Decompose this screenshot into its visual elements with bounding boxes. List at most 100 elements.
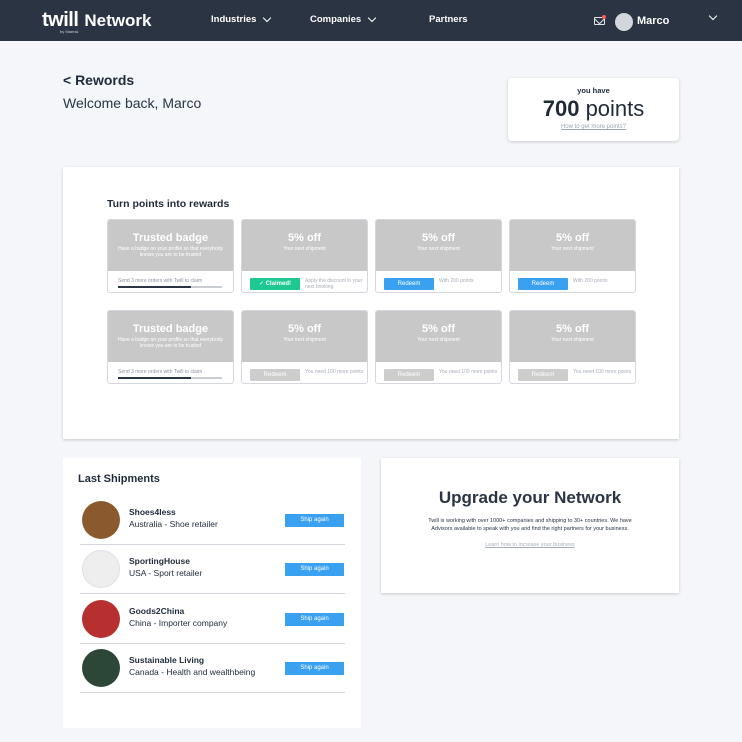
reward-subtitle: Your next shipment — [551, 246, 594, 252]
ship-again-button[interactable]: Ship again — [285, 613, 344, 626]
company-avatar — [82, 501, 120, 539]
chevron-down-icon[interactable] — [708, 11, 718, 21]
reward-card-offer: 5% off Your next shipment Redeem With 200 p… — [375, 219, 502, 293]
shipment-row: SportingHouse USA - Sport retailer Ship ag… — [80, 546, 345, 594]
reward-card-offer: 5% off Your next shipment Redeem With 200 p… — [509, 219, 636, 293]
reward-subtitle: Your next shipment — [417, 337, 460, 343]
redeem-button[interactable]: Redeem — [384, 278, 434, 290]
reward-card-footer: ✓ Claimed! Apply the discount in your nex… — [242, 271, 367, 292]
shipment-row: Goods2China China - Importer company Ship … — [80, 596, 345, 644]
reward-card-badge: Trusted badge Have a badge on your profil… — [107, 310, 234, 384]
nav-partners[interactable]: Partners — [429, 14, 468, 25]
company-avatar — [82, 600, 120, 638]
rewards-title: Turn points into rewards — [107, 198, 230, 210]
reward-subtitle: Your next shipment — [551, 337, 594, 343]
reward-progress-fill — [118, 377, 191, 379]
logo-subtitle: by Maersk — [60, 29, 79, 34]
upgrade-network-panel: Upgrade your Network Twill is working wi… — [381, 458, 679, 593]
reward-title: 5% off — [422, 323, 455, 335]
chevron-down-icon — [367, 13, 377, 23]
reward-card-header: Trusted badge Have a badge on your profil… — [108, 311, 233, 362]
nav-companies[interactable]: Companies — [310, 13, 377, 25]
reward-card-footer: Redeem You need 100 more points — [510, 362, 635, 383]
reward-card-footer: Redeem You need 100 more points — [376, 362, 501, 383]
reward-card-footer: Send 3 more orders with Twill to claim — [108, 271, 233, 292]
reward-subtitle: Your next shipment — [283, 246, 326, 252]
user-name[interactable]: Marco — [637, 15, 669, 27]
reward-progress-fill — [118, 286, 191, 288]
upgrade-title: Upgrade your Network — [438, 488, 622, 507]
ship-again-button[interactable]: Ship again — [285, 563, 344, 576]
reward-note: With 200 points — [439, 278, 474, 284]
nav-industries-label: Industries — [211, 14, 257, 25]
shipment-row: Sustainable Living Canada - Health and we… — [80, 645, 345, 693]
reward-title: 5% off — [288, 323, 321, 335]
upgrade-link[interactable]: Learn how to increase your business — [381, 542, 679, 548]
company-name: Shoes4less — [129, 507, 176, 517]
points-number: 700 — [542, 96, 580, 121]
reward-card-header: 5% off Your next shipment — [376, 311, 501, 362]
company-description: Canada - Health and wealthbeing — [129, 667, 256, 677]
reward-note: You need 100 more points — [573, 369, 632, 375]
reward-note: Send 3 more orders with Twill to claim — [118, 369, 203, 375]
notification-dot — [602, 15, 606, 19]
reward-card-offer: 5% off Your next shipment Redeem You need 1… — [375, 310, 502, 384]
reward-title: 5% off — [288, 232, 321, 244]
reward-card-header: 5% off Your next shipment — [376, 220, 501, 271]
top-navigation-bar: twill Network by Maersk Industries Compa… — [0, 0, 742, 41]
reward-progress-bar — [118, 286, 222, 288]
more-points-link[interactable]: How to get more points? — [508, 124, 679, 130]
ship-again-button[interactable]: Ship again — [285, 662, 344, 675]
avatar[interactable] — [615, 13, 633, 31]
reward-note: With 200 points — [573, 278, 608, 284]
company-avatar — [82, 550, 120, 588]
shipment-row: Shoes4less Australia - Shoe retailer Ship … — [80, 497, 345, 545]
reward-note: Apply the discount in your next booking — [305, 278, 363, 290]
reward-card-footer: Send 3 more orders with Twill to claim — [108, 362, 233, 383]
reward-title: Trusted badge — [132, 232, 209, 244]
redeem-button[interactable]: Redeem — [518, 278, 568, 290]
reward-card-footer: Redeem With 200 points — [376, 271, 501, 292]
last-shipments-title: Last Shipments — [78, 473, 160, 485]
ship-again-button[interactable]: Ship again — [285, 514, 344, 527]
reward-title: 5% off — [422, 232, 455, 244]
reward-note: You need 100 more points — [305, 369, 364, 375]
nav-industries[interactable]: Industries — [211, 13, 272, 25]
redeem-button[interactable]: Redeem — [518, 369, 568, 381]
redeem-button[interactable]: Redeem — [384, 369, 434, 381]
reward-card-badge: Trusted badge Have a badge on your profil… — [107, 219, 234, 293]
chevron-down-icon — [263, 13, 272, 23]
reward-card-header: 5% off Your next shipment — [242, 311, 367, 362]
points-value: 700 points — [508, 97, 679, 121]
points-unit: points — [585, 96, 645, 121]
company-avatar — [82, 649, 120, 687]
reward-card-footer: Redeem With 200 points — [510, 271, 635, 292]
reward-note: You need 100 more points — [439, 369, 498, 375]
reward-card-header: Trusted badge Have a badge on your profil… — [108, 220, 233, 271]
company-name: SportingHouse — [129, 556, 190, 566]
points-card: you have 700 points How to get more poin… — [508, 78, 679, 141]
reward-title: Trusted badge — [132, 323, 209, 335]
company-description: Australia - Shoe retailer — [129, 519, 218, 529]
twill-network-logo[interactable]: twill Network by Maersk — [42, 9, 152, 34]
claimed-button[interactable]: ✓ Claimed! — [250, 278, 300, 290]
reward-note: Send 3 more orders with Twill to claim — [118, 278, 203, 284]
reward-subtitle: Your next shipment — [417, 246, 460, 252]
back-to-rewards-link[interactable]: < Rewords — [63, 72, 134, 88]
reward-card-header: 5% off Your next shipment — [510, 311, 635, 362]
logo-suffix: Network — [84, 11, 152, 30]
reward-subtitle: Have a badge on your profile so that eve… — [117, 246, 224, 258]
company-name: Sustainable Living — [129, 655, 205, 665]
reward-progress-bar — [118, 377, 222, 379]
company-description: China - Importer company — [129, 618, 228, 628]
company-description: USA - Sport retailer — [129, 568, 203, 578]
redeem-button[interactable]: Redeem — [250, 369, 300, 381]
reward-card-offer: 5% off Your next shipment Redeem You need 1… — [241, 310, 368, 384]
upgrade-body: Twill is working with over 1000+ compani… — [428, 518, 632, 532]
reward-subtitle: Your next shipment — [283, 337, 326, 343]
nav-companies-label: Companies — [310, 14, 362, 25]
reward-title: 5% off — [556, 323, 589, 335]
welcome-message: Welcome back, Marco — [63, 95, 202, 111]
points-label: you have — [577, 86, 610, 95]
reward-subtitle: Have a badge on your profile so that eve… — [117, 337, 224, 349]
